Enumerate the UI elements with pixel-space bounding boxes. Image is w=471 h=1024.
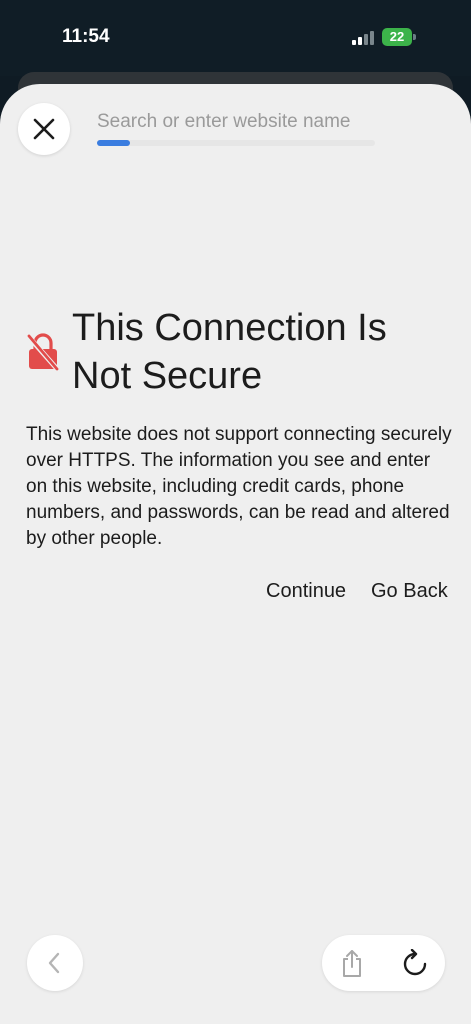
chevron-left-icon [48, 952, 60, 974]
load-progress-fill [97, 140, 131, 146]
battery-level: 22 [389, 29, 405, 44]
share-icon[interactable] [340, 948, 364, 978]
battery-icon: 22 [382, 28, 412, 46]
toolbar-actions [322, 935, 445, 991]
page-title: This Connection Is Not Secure [72, 307, 387, 397]
browser-sheet: Search or enter website name This Connec… [0, 84, 471, 1024]
status-time: 11:54 [62, 26, 110, 47]
continue-button[interactable]: Continue [266, 580, 346, 603]
reload-icon[interactable] [402, 949, 428, 977]
warning-description: This website does not support connecting… [26, 424, 452, 549]
back-button[interactable] [27, 935, 83, 991]
load-progress-bar [97, 140, 375, 146]
cellular-signal-icon [352, 31, 376, 45]
battery-tip [413, 34, 416, 40]
close-icon [33, 118, 55, 140]
lock-slash-icon [26, 333, 60, 372]
go-back-button[interactable]: Go Back [371, 580, 448, 603]
status-bar: 11:54 22 [0, 0, 471, 76]
close-button[interactable] [18, 103, 70, 155]
search-input[interactable]: Search or enter website name [97, 111, 350, 133]
